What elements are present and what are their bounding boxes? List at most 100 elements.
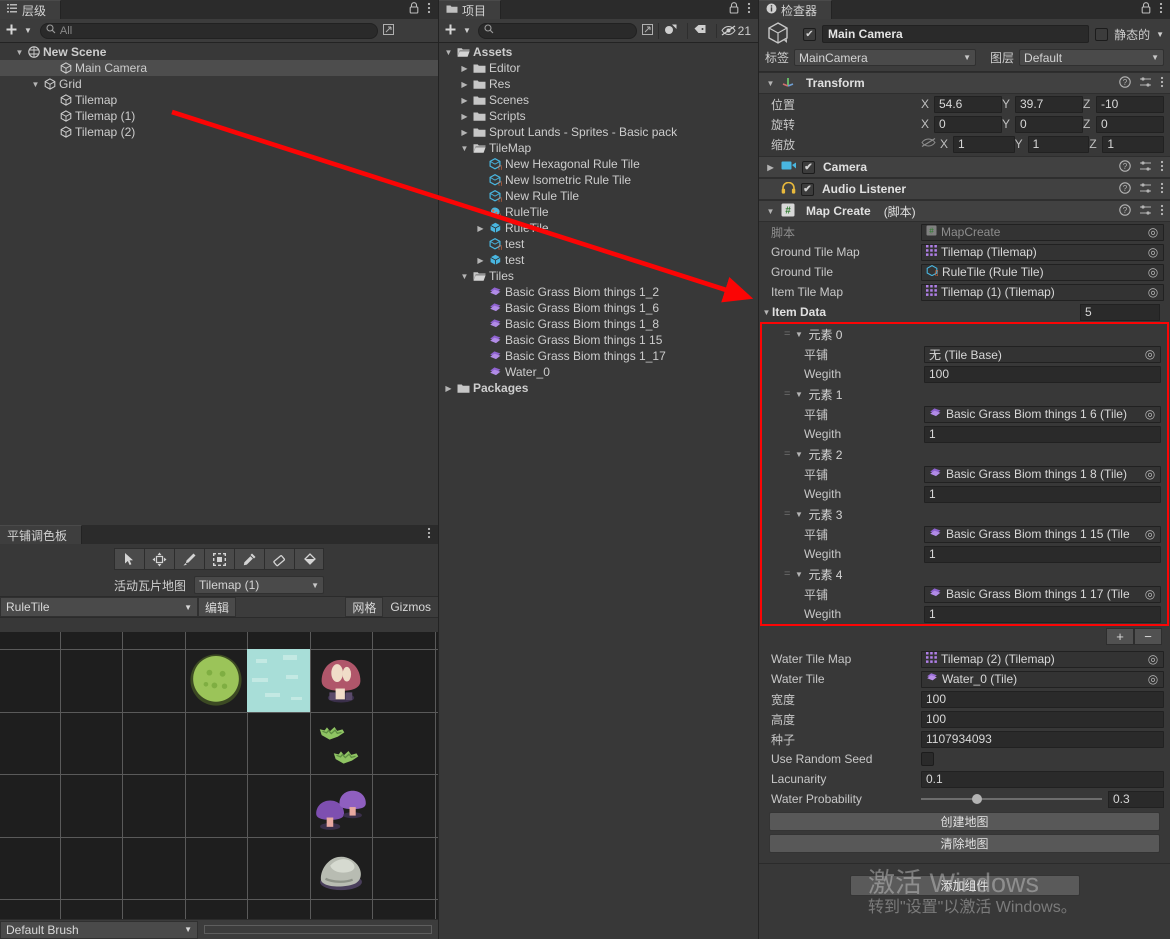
palette-tile-pink-mushroom[interactable] xyxy=(310,649,373,712)
width-field[interactable]: 100 xyxy=(921,690,1164,708)
tree-row[interactable]: ▶ Editor xyxy=(439,60,758,76)
object-selector-icon[interactable]: ◎ xyxy=(1147,285,1159,299)
create-map-button[interactable]: 创建地图 xyxy=(769,812,1160,831)
object-selector-icon[interactable]: ◎ xyxy=(1144,467,1156,481)
project-add-caret-icon[interactable]: ▼ xyxy=(463,26,471,35)
tree-row[interactable]: ▶Basic Grass Biom things 1 15 xyxy=(439,332,758,348)
object-selector-icon[interactable]: ◎ xyxy=(1144,587,1156,601)
lacunarity-field[interactable]: 0.1 xyxy=(921,770,1164,788)
mapcreate-foldout-icon[interactable]: ▼ xyxy=(765,207,776,216)
array-element-header[interactable]: = ▼ 元素 0 xyxy=(762,324,1167,344)
drag-handle-icon[interactable]: = xyxy=(784,508,791,520)
palette-tile-water[interactable] xyxy=(247,649,310,712)
tree-row[interactable]: ▶ Packages xyxy=(439,380,758,396)
position-z-field[interactable]: -10 xyxy=(1096,95,1164,113)
object-active-checkbox[interactable]: ✔ xyxy=(803,27,816,41)
foldout-collapsed-icon[interactable]: ▶ xyxy=(459,112,470,121)
object-selector-icon[interactable]: ◎ xyxy=(1147,672,1159,686)
element-weight-field[interactable]: 100 xyxy=(924,365,1161,383)
foldout-expanded-icon[interactable]: ▼ xyxy=(459,272,470,281)
component-menu-icon[interactable] xyxy=(1160,182,1164,197)
ground-tile-map-field[interactable]: Tilemap (Tilemap) ◎ xyxy=(921,243,1164,261)
rotation-x-field[interactable]: 0 xyxy=(934,115,1002,133)
eraser-tool-button[interactable] xyxy=(264,548,294,570)
tree-row[interactable]: ▶Basic Grass Biom things 1_6 xyxy=(439,300,758,316)
tree-row[interactable]: ▶ test xyxy=(439,252,758,268)
brush-tool-button[interactable] xyxy=(174,548,204,570)
camera-foldout-icon[interactable]: ▶ xyxy=(765,163,776,172)
tree-row[interactable]: ▶{}New Hexagonal Rule Tile xyxy=(439,156,758,172)
tree-row[interactable]: ▶ RuleTile xyxy=(439,220,758,236)
help-icon[interactable]: ? xyxy=(1119,181,1131,197)
hierarchy-search-expand-icon[interactable] xyxy=(382,23,395,39)
project-add-icon[interactable] xyxy=(442,23,459,39)
object-name-field[interactable]: Main Camera xyxy=(822,25,1090,43)
palette-gizmos-button[interactable]: Gizmos xyxy=(383,597,438,617)
foldout-collapsed-icon[interactable]: ▶ xyxy=(475,224,486,233)
static-checkbox[interactable] xyxy=(1095,27,1109,41)
foldout-collapsed-icon[interactable]: ▶ xyxy=(459,128,470,137)
tree-row[interactable]: ▶{}RuleTile xyxy=(439,204,758,220)
palette-tile-rock[interactable] xyxy=(310,837,373,900)
select-tool-button[interactable] xyxy=(114,548,144,570)
object-selector-icon[interactable]: ◎ xyxy=(1147,225,1159,239)
object-selector-icon[interactable]: ◎ xyxy=(1144,527,1156,541)
item-data-size-field[interactable]: 5 xyxy=(1080,303,1160,321)
inspector-menu-icon[interactable] xyxy=(1159,2,1163,17)
palette-dropdown[interactable]: RuleTile ▼ xyxy=(0,597,198,617)
tree-row[interactable]: ▶ Res xyxy=(439,76,758,92)
static-dropdown-caret-icon[interactable]: ▼ xyxy=(1156,30,1164,39)
element-weight-field[interactable]: 1 xyxy=(924,545,1161,563)
picker-tool-button[interactable] xyxy=(234,548,264,570)
element-tile-field[interactable]: Basic Grass Biom things 1 17 (Tile ◎ xyxy=(924,585,1161,603)
tag-dropdown[interactable]: MainCamera ▼ xyxy=(794,49,977,66)
element-weight-field[interactable]: 1 xyxy=(924,605,1161,623)
tree-row[interactable]: ▼ New Scene xyxy=(0,44,438,60)
hierarchy-menu-icon[interactable] xyxy=(427,2,431,17)
filter-by-label-icon[interactable] xyxy=(686,22,712,39)
tree-row[interactable]: ▶Tilemap xyxy=(0,92,438,108)
water-tile-map-field[interactable]: Tilemap (2) (Tilemap) ◎ xyxy=(921,650,1164,668)
tree-row[interactable]: ▶Water_0 xyxy=(439,364,758,380)
move-tool-button[interactable] xyxy=(144,548,174,570)
project-search-expand-icon[interactable] xyxy=(641,23,654,39)
project-tree[interactable]: ▼ Assets ▶ Editor ▶ Res ▶ Scenes ▶ Scripts ▶ Sprout… xyxy=(439,44,758,939)
preset-icon[interactable] xyxy=(1139,182,1152,197)
scale-z-field[interactable]: 1 xyxy=(1102,135,1165,153)
tab-inspector[interactable]: 检查器 xyxy=(759,0,833,19)
item-data-header[interactable]: ▼ Item Data 5 xyxy=(759,302,1170,322)
rotation-y-field[interactable]: 0 xyxy=(1015,115,1083,133)
hierarchy-tree[interactable]: ▼New Scene▶Main Camera▼Grid▶Tilemap▶Tile… xyxy=(0,44,438,525)
position-y-field[interactable]: 39.7 xyxy=(1015,95,1083,113)
component-header-audio-listener[interactable]: ▶ ✔ Audio Listener ? xyxy=(759,178,1170,200)
layer-dropdown[interactable]: Default ▼ xyxy=(1019,49,1164,66)
tree-row[interactable]: ▶ Sprout Lands - Sprites - Basic pack xyxy=(439,124,758,140)
item-tile-map-field[interactable]: Tilemap (1) (Tilemap) ◎ xyxy=(921,283,1164,301)
help-icon[interactable]: ? xyxy=(1119,203,1131,219)
tab-hierarchy[interactable]: 层级 xyxy=(0,0,62,19)
component-menu-icon[interactable] xyxy=(1160,204,1164,219)
filter-by-type-icon[interactable] xyxy=(657,22,683,39)
hierarchy-search-input[interactable]: All xyxy=(39,22,378,39)
item-data-foldout-icon[interactable]: ▼ xyxy=(761,308,772,317)
seed-field[interactable]: 1107934093 xyxy=(921,730,1164,748)
tree-row[interactable]: ▼ Tiles xyxy=(439,268,758,284)
foldout-collapsed-icon[interactable]: ▶ xyxy=(443,384,454,393)
preset-icon[interactable] xyxy=(1139,160,1152,175)
inspector-lock-icon[interactable] xyxy=(1141,2,1151,17)
project-menu-icon[interactable] xyxy=(747,2,751,17)
tree-row[interactable]: ▶ Scripts xyxy=(439,108,758,124)
ground-tile-field[interactable]: {} RuleTile (Rule Tile) ◎ xyxy=(921,263,1164,281)
tree-row[interactable]: ▶{}New Rule Tile xyxy=(439,188,758,204)
object-selector-icon[interactable]: ◎ xyxy=(1147,265,1159,279)
element-foldout-icon[interactable]: ▼ xyxy=(793,450,804,459)
foldout-expanded-icon[interactable]: ▼ xyxy=(30,80,41,89)
array-element-header[interactable]: = ▼ 元素 3 xyxy=(762,504,1167,524)
help-icon[interactable]: ? xyxy=(1119,159,1131,175)
component-menu-icon[interactable] xyxy=(1160,76,1164,91)
hierarchy-add-caret-icon[interactable]: ▼ xyxy=(24,26,32,35)
array-element-header[interactable]: = ▼ 元素 4 xyxy=(762,564,1167,584)
object-selector-icon[interactable]: ◎ xyxy=(1144,347,1156,361)
add-component-button[interactable]: 添加组件 xyxy=(849,875,1080,896)
tree-row[interactable]: ▶Basic Grass Biom things 1_8 xyxy=(439,316,758,332)
